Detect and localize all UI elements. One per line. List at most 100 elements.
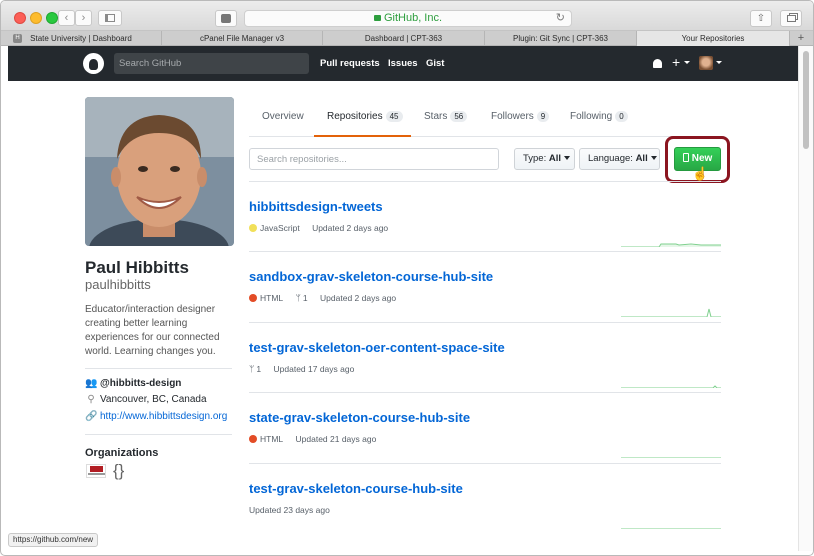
bell-icon[interactable] bbox=[653, 59, 662, 68]
profile-organization[interactable]: 👥 @hibbitts-design bbox=[85, 378, 181, 389]
browser-tab[interactable]: H State University | Dashboard bbox=[1, 31, 162, 46]
repository-search-input[interactable] bbox=[249, 148, 499, 170]
repo-meta: ᛘ1 Updated 17 days ago bbox=[249, 364, 354, 374]
selected-tab-indicator bbox=[314, 135, 411, 137]
nav-issues[interactable]: Issues bbox=[388, 58, 418, 69]
type-filter-label: Type: bbox=[523, 153, 547, 164]
scrollbar-thumb[interactable] bbox=[803, 51, 809, 149]
show-tabs-button[interactable] bbox=[780, 10, 802, 27]
language-color-icon bbox=[249, 224, 257, 232]
repo-name-link[interactable]: state-grav-skeleton-course-hub-site bbox=[249, 410, 470, 425]
language-name: HTML bbox=[260, 293, 284, 303]
link-icon: 🔗 bbox=[85, 411, 98, 422]
profile-name: Paul Hibbitts bbox=[85, 258, 189, 277]
extension-button[interactable] bbox=[215, 10, 237, 27]
browser-tab[interactable]: Plugin: Git Sync | CPT-363 bbox=[485, 31, 637, 46]
avatar[interactable] bbox=[699, 56, 713, 70]
repositories-count: 45 bbox=[385, 111, 403, 122]
reload-icon[interactable]: ↻ bbox=[556, 11, 565, 26]
tab-overview[interactable]: Overview bbox=[262, 111, 304, 122]
scrollbar[interactable] bbox=[798, 46, 813, 551]
back-button[interactable]: ‹ bbox=[58, 10, 75, 26]
language-color-icon bbox=[249, 294, 257, 302]
repo-book-icon bbox=[682, 153, 689, 162]
activity-sparkline bbox=[621, 385, 721, 388]
repo-forks[interactable]: ᛘ1 bbox=[296, 293, 308, 303]
divider bbox=[249, 251, 721, 252]
repo-name-link[interactable]: test-grav-skeleton-course-hub-site bbox=[249, 481, 463, 496]
followers-count: 9 bbox=[536, 111, 550, 122]
divider bbox=[85, 434, 232, 435]
nav-pull-requests[interactable]: Pull requests bbox=[320, 58, 380, 69]
tab-repositories[interactable]: Repositories 45 bbox=[327, 111, 403, 122]
status-bar-url: https://github.com/new bbox=[8, 533, 99, 547]
type-filter-dropdown[interactable]: Type: All bbox=[514, 148, 575, 170]
organization-avatar-braces[interactable]: {} bbox=[113, 461, 124, 481]
repo-name-link[interactable]: sandbox-grav-skeleton-course-hub-site bbox=[249, 269, 493, 284]
type-filter-value: All bbox=[548, 153, 562, 164]
profile-photo[interactable] bbox=[85, 97, 234, 246]
zoom-window-button[interactable] bbox=[46, 12, 58, 24]
sidebar-toggle-button[interactable] bbox=[98, 10, 122, 26]
tab-label: Dashboard | CPT-363 bbox=[364, 34, 443, 43]
minimize-window-button[interactable] bbox=[30, 12, 42, 24]
repo-updated: Updated 21 days ago bbox=[295, 434, 377, 444]
nav-gist[interactable]: Gist bbox=[426, 58, 444, 69]
github-logo-icon[interactable] bbox=[83, 53, 104, 74]
profile-username: paulhibbitts bbox=[85, 277, 151, 292]
location-icon: ⚲ bbox=[87, 394, 95, 405]
github-header: Pull requests Issues Gist + bbox=[8, 46, 798, 81]
chevron-down-icon bbox=[650, 156, 657, 160]
browser-tab-active[interactable]: Your Repositories bbox=[637, 31, 790, 46]
tab-following[interactable]: Following 0 bbox=[570, 111, 628, 122]
website-link[interactable]: http://www.hibbittsdesign.org bbox=[100, 411, 227, 422]
activity-sparkline bbox=[621, 308, 721, 317]
location-text: Vancouver, BC, Canada bbox=[100, 394, 207, 405]
forward-button[interactable]: › bbox=[75, 10, 92, 26]
repo-forks[interactable]: ᛘ1 bbox=[249, 364, 261, 374]
stars-count: 56 bbox=[450, 111, 468, 122]
divider bbox=[249, 392, 721, 393]
new-tab-button[interactable]: + bbox=[790, 31, 812, 45]
language-name: HTML bbox=[260, 434, 284, 444]
sidebar-icon bbox=[105, 14, 115, 22]
lock-icon bbox=[373, 15, 381, 21]
tab-label: Following bbox=[570, 111, 613, 122]
browser-tab[interactable]: cPanel File Manager v3 bbox=[162, 31, 323, 46]
organization-avatar[interactable] bbox=[86, 464, 106, 478]
fork-icon: ᛘ bbox=[295, 293, 301, 303]
language-filter-value: All bbox=[635, 153, 648, 164]
chevron-down-icon[interactable] bbox=[684, 61, 690, 64]
plus-icon[interactable]: + bbox=[672, 55, 680, 69]
browser-tab[interactable]: Dashboard | CPT-363 bbox=[323, 31, 485, 46]
fork-count: 1 bbox=[302, 293, 308, 303]
repo-meta: HTML Updated 21 days ago bbox=[249, 434, 376, 444]
share-button[interactable]: ⇧ bbox=[750, 10, 772, 27]
tab-label: Repositories bbox=[327, 111, 383, 122]
profile-location: ⚲ Vancouver, BC, Canada bbox=[85, 394, 207, 405]
close-window-button[interactable] bbox=[14, 12, 26, 24]
language-filter-label: Language: bbox=[588, 153, 633, 164]
new-button-label: New bbox=[691, 153, 713, 164]
language-filter-dropdown[interactable]: Language: All bbox=[579, 148, 660, 170]
profile-photo-image bbox=[85, 97, 234, 246]
repo-updated: Updated 2 days ago bbox=[312, 223, 389, 233]
browser-window: ‹ › GitHub, Inc. ↻ ⇧ H State University … bbox=[0, 0, 814, 556]
repo-name-link[interactable]: hibbittsdesign-tweets bbox=[249, 199, 383, 214]
chevron-left-icon: ‹ bbox=[64, 12, 69, 24]
repo-meta: HTML ᛘ1 Updated 2 days ago bbox=[249, 293, 396, 303]
address-bar[interactable]: GitHub, Inc. ↻ bbox=[244, 10, 572, 27]
chevron-down-icon bbox=[564, 156, 571, 160]
following-count: 0 bbox=[615, 111, 628, 122]
repo-language: HTML bbox=[249, 293, 283, 303]
github-search-input[interactable] bbox=[114, 53, 309, 74]
fork-icon: ᛘ bbox=[249, 364, 255, 374]
chevron-down-icon[interactable] bbox=[716, 61, 722, 64]
tab-label: Stars bbox=[424, 111, 448, 122]
tab-followers[interactable]: Followers 9 bbox=[491, 111, 550, 122]
repo-meta: Updated 23 days ago bbox=[249, 505, 330, 515]
profile-website[interactable]: 🔗 http://www.hibbittsdesign.org bbox=[85, 411, 227, 422]
repo-name-link[interactable]: test-grav-skeleton-oer-content-space-sit… bbox=[249, 340, 505, 355]
repo-meta: JavaScript Updated 2 days ago bbox=[249, 223, 388, 233]
tab-stars[interactable]: Stars 56 bbox=[424, 111, 468, 122]
